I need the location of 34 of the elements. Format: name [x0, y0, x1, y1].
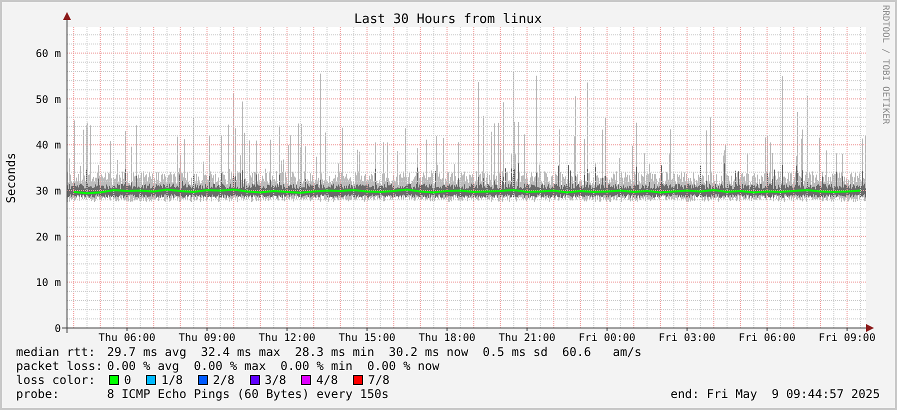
- legend-text: 7/8: [368, 373, 390, 387]
- axis-tick-label: Thu 12:00: [258, 332, 316, 344]
- legend-text: 2/8: [212, 373, 235, 387]
- legend-text: 4/8: [316, 373, 338, 387]
- legend-text: 0: [124, 373, 132, 387]
- axis-tick-label: Thu 15:00: [338, 332, 396, 344]
- legend-text: 29.7 ms avg 32.4 ms max 28.3 ms min 30.2 ms now 0.5 ms sd 60.6 am/s: [107, 345, 642, 359]
- axis-tick-label: 10 m: [36, 277, 61, 290]
- axis-tick-label: 0: [54, 323, 61, 335]
- axis-tick-label: Thu 09:00: [178, 332, 236, 344]
- legend-label: loss color:: [16, 373, 96, 387]
- chart-title: Last 30 Hours from linux: [354, 12, 542, 27]
- legend-label: packet loss:: [16, 359, 104, 373]
- legend-text: 8 ICMP Echo Pings (60 Bytes) every 150s: [107, 387, 389, 401]
- credit-text: RRDTOOL / TOBI OETIKER: [880, 5, 890, 124]
- axis-tick-label: Fri 03:00: [658, 332, 716, 344]
- axis-tick-label: Fri 00:00: [578, 332, 636, 344]
- legend-text: 0.00 % avg 0.00 % max 0.00 % min 0.00 % now: [107, 359, 440, 373]
- axis-tick-label: Fri 06:00: [738, 332, 796, 344]
- legend-text: 3/8: [264, 373, 286, 387]
- end-time: end: Fri May 9 09:44:57 2025: [670, 387, 880, 401]
- axis-tick-label: Thu 06:00: [98, 332, 156, 344]
- axis-tick-label: 60 m: [36, 48, 61, 60]
- axis-tick-label: Fri 09:00: [818, 332, 876, 344]
- axis-tick-label: Thu 21:00: [498, 332, 556, 344]
- axis-tick-label: 50 m: [36, 94, 61, 106]
- legend-text: 1/8: [161, 373, 183, 387]
- axis-tick-label: Thu 18:00: [418, 332, 476, 344]
- legend-label: probe:: [16, 387, 60, 401]
- axis-tick-label: 40 m: [36, 140, 61, 152]
- axis-title: Seconds: [4, 152, 18, 204]
- legend-label: median rtt:: [16, 345, 96, 359]
- axis-tick-label: 20 m: [36, 231, 61, 244]
- axis-tick-label: 30 m: [36, 186, 61, 198]
